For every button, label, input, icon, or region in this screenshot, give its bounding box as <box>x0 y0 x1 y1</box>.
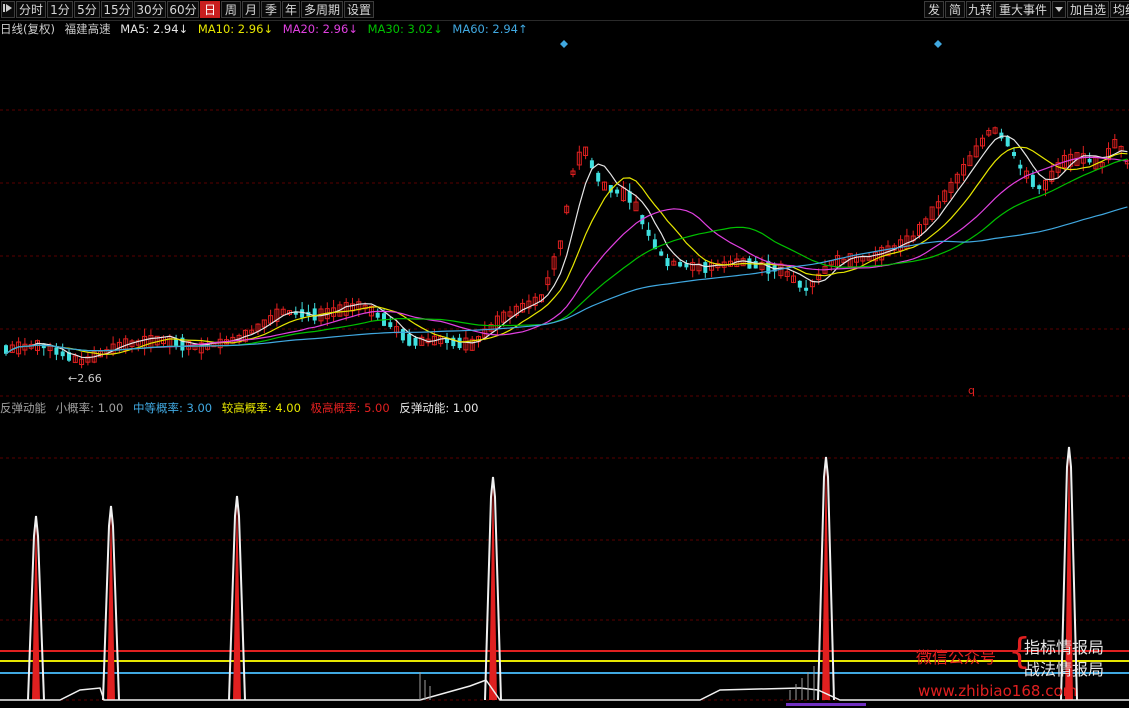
candle-body <box>388 322 393 328</box>
candle-body <box>60 351 65 357</box>
candle-body <box>659 251 664 256</box>
q-mark: q <box>968 384 975 397</box>
candle-body <box>678 262 683 267</box>
ma5-line <box>5 135 1128 359</box>
candle-body <box>804 287 809 291</box>
candle-body <box>589 160 594 169</box>
candle-body <box>407 333 412 346</box>
candle-body <box>457 337 462 349</box>
candle-body <box>646 229 651 236</box>
candle-body <box>615 189 620 194</box>
candle-body <box>1018 164 1023 169</box>
candle-body <box>1012 152 1016 156</box>
watermark-left: 微信公众号 <box>916 648 997 667</box>
candle-body <box>1037 185 1042 190</box>
candle-body <box>400 329 405 341</box>
kline-chart-area[interactable]: ←2.66 q <box>0 0 1129 708</box>
watermark-line1: 指标情报局 <box>1024 638 1105 657</box>
event-marker-icon[interactable] <box>934 40 942 48</box>
candle-body <box>1030 174 1035 187</box>
candle-body <box>375 312 380 318</box>
event-marker-icon[interactable] <box>560 40 568 48</box>
candle-body <box>1005 136 1010 147</box>
candle-body <box>300 309 305 318</box>
watermark-url: www.zhibiao168.com <box>918 682 1078 700</box>
low-price-label: ←2.66 <box>68 372 102 385</box>
candle-body <box>413 337 418 346</box>
candle-body <box>174 339 179 347</box>
candle-body <box>665 258 670 267</box>
candle-body <box>596 172 601 182</box>
candle-body <box>54 347 59 355</box>
period-marker <box>786 703 866 706</box>
watermark: 微信公众号 { 指标情报局 战法情报局 www.zhibiao168.com <box>916 634 1126 706</box>
watermark-line2: 战法情报局 <box>1024 660 1105 679</box>
candle-body <box>1087 158 1092 163</box>
candle-body <box>797 280 802 288</box>
candle-body <box>703 262 708 273</box>
candle-body <box>312 308 317 321</box>
